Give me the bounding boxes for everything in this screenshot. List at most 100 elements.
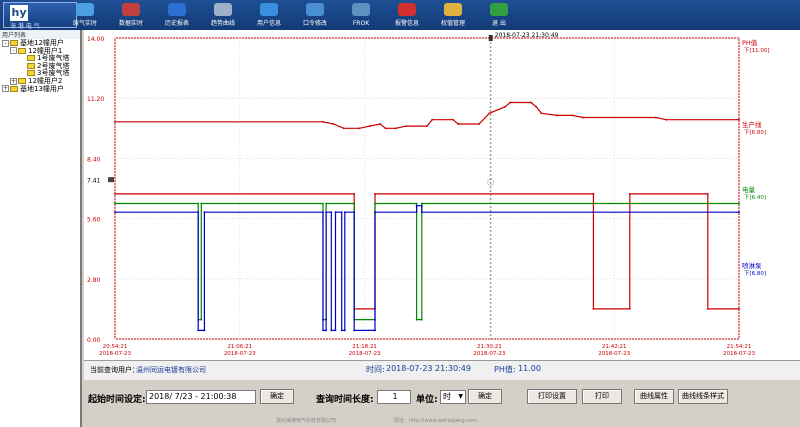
time-value: 2018-07-23 21:30:49	[386, 364, 471, 373]
start-time-label: 起始时间设定:	[88, 395, 146, 405]
collapse-icon[interactable]: -	[10, 47, 17, 55]
gauge-icon	[76, 3, 94, 16]
unit-select[interactable]: 时 ▼	[440, 390, 466, 404]
y-tick-label: 8.40	[87, 156, 101, 163]
cursor-label: 2018-07-23 21:30:49	[495, 32, 559, 39]
folder-icon	[27, 70, 35, 77]
y-tick-label: 11.20	[87, 96, 104, 103]
confirm-time-button[interactable]: 确定	[260, 389, 294, 404]
y-tick-label: 0.00	[87, 337, 101, 344]
data-point	[384, 127, 387, 130]
toolbar-button-5[interactable]: 口令修改	[292, 2, 338, 29]
data-point	[421, 204, 423, 207]
data-point	[330, 329, 333, 332]
toolbar-button-2[interactable]: 历史报表	[154, 2, 200, 29]
data-point	[197, 202, 199, 205]
cursor-handle-icon	[488, 35, 493, 41]
data-point	[332, 123, 335, 125]
user-tree-sidebar: 用户列表 - 基地12幢用户 -12幢用户1 1号废气塔 2号废气塔 3号废气塔 +12幢用…	[0, 30, 82, 427]
data-point	[322, 121, 324, 123]
chevron-down-icon: ▼	[458, 393, 463, 400]
x-tick-date: 2018-07-23	[99, 351, 131, 357]
globe-icon	[260, 3, 278, 16]
toolbar-button-1[interactable]: 数据实时	[108, 2, 154, 29]
data-point	[738, 202, 740, 205]
folder-icon	[27, 55, 35, 62]
data-point	[426, 125, 428, 127]
data-point	[421, 318, 423, 321]
toolbar-button-7[interactable]: 报警信息	[384, 2, 430, 29]
legend-series-value: 下[6.80]	[744, 270, 766, 277]
toolbar-button-label: 数据实时	[118, 20, 143, 27]
logo-mark: hy	[10, 5, 28, 21]
toolbar-button-label: 权值管理	[440, 20, 465, 27]
logo-subtitle: 海 港 电 气	[10, 23, 40, 30]
legend-series-value: 下[11.00]	[744, 47, 770, 54]
network-icon	[352, 3, 370, 16]
data-point	[655, 116, 657, 119]
trend-chart[interactable]: 0.002.805.608.4011.2014.007.4120:54:2120…	[84, 30, 800, 360]
folder-icon	[27, 62, 35, 69]
toolbar-button-8[interactable]: 权值管理	[430, 2, 476, 29]
toolbar-button-4[interactable]: 用户信息	[246, 2, 292, 29]
data-point	[421, 211, 423, 213]
data-point	[415, 204, 418, 207]
data-point	[415, 211, 418, 213]
start-time-input[interactable]: 2018/ 7/23 - 21:00:38	[146, 390, 256, 404]
expand-icon[interactable]: +	[2, 85, 9, 93]
x-tick-time: 20:54:21	[103, 344, 128, 350]
unit-select-value: 时	[443, 392, 451, 401]
toolbar-button-label: 废气实时	[72, 20, 97, 27]
data-point	[353, 202, 355, 205]
print-button[interactable]: 打印	[582, 389, 622, 404]
toolbar-button-label: FROK	[352, 20, 370, 27]
toolbar-button-6[interactable]: FROK	[338, 2, 384, 29]
alarm-icon	[398, 3, 416, 16]
toolbar-button-3[interactable]: 趋势曲线	[200, 2, 246, 29]
footer-company: 温州海港电气科技有限公司	[276, 418, 337, 424]
data-point	[556, 114, 558, 117]
data-point	[431, 118, 433, 121]
data-point	[540, 112, 543, 115]
duration-input[interactable]: 1	[377, 390, 411, 404]
data-point	[200, 318, 203, 321]
data-point	[707, 308, 709, 310]
toolbar-button-label: 报警信息	[394, 20, 419, 27]
data-point	[379, 123, 381, 125]
sidebar-title: 用户列表	[0, 30, 80, 39]
data-point	[488, 112, 491, 115]
monitor-icon	[122, 3, 140, 16]
x-tick-date: 2018-07-23	[349, 351, 381, 357]
print-setup-button[interactable]: 打印设置	[527, 389, 577, 404]
confirm-duration-button[interactable]: 确定	[468, 389, 502, 404]
toolbar-button-9[interactable]: 退 出	[476, 2, 522, 29]
toolbar-button-0[interactable]: 废气实时	[62, 2, 108, 29]
data-point	[322, 202, 324, 205]
y-marker-icon	[108, 177, 114, 183]
footer-website: 网址：http://www.wzhaigang.com	[394, 418, 477, 424]
data-point	[340, 211, 343, 213]
y-marker-label: 7.41	[87, 178, 101, 185]
curve-style-button[interactable]: 曲线线条样式	[678, 389, 728, 404]
tree-node[interactable]: + 基地13幢用户	[2, 85, 64, 94]
toolbar-button-label: 口令修改	[302, 20, 327, 27]
data-point	[203, 211, 206, 213]
data-point	[592, 308, 595, 310]
toolbar-button-label: 退 出	[492, 20, 506, 27]
duration-label: 查询时间长度:	[316, 395, 374, 405]
data-point	[200, 202, 203, 205]
toolbar-button-label: 用户信息	[256, 20, 281, 27]
data-point	[325, 202, 327, 205]
legend-series-name: 电量	[742, 185, 756, 194]
top-toolbar: hy 海 港 电 气 废气实时 数据实时 历史报表 趋势曲线 用户信息 口令修改 FROK 报…	[0, 0, 800, 30]
y-tick-label: 5.60	[87, 217, 101, 224]
data-point	[358, 127, 361, 130]
data-point	[114, 202, 116, 205]
curve-properties-button[interactable]: 曲线属性	[634, 389, 674, 404]
data-point	[114, 211, 116, 213]
data-point	[340, 329, 343, 332]
data-point	[707, 193, 709, 195]
collapse-icon[interactable]: -	[2, 39, 9, 47]
expand-icon[interactable]: +	[10, 77, 17, 85]
x-tick-time: 21:54:21	[727, 344, 752, 350]
